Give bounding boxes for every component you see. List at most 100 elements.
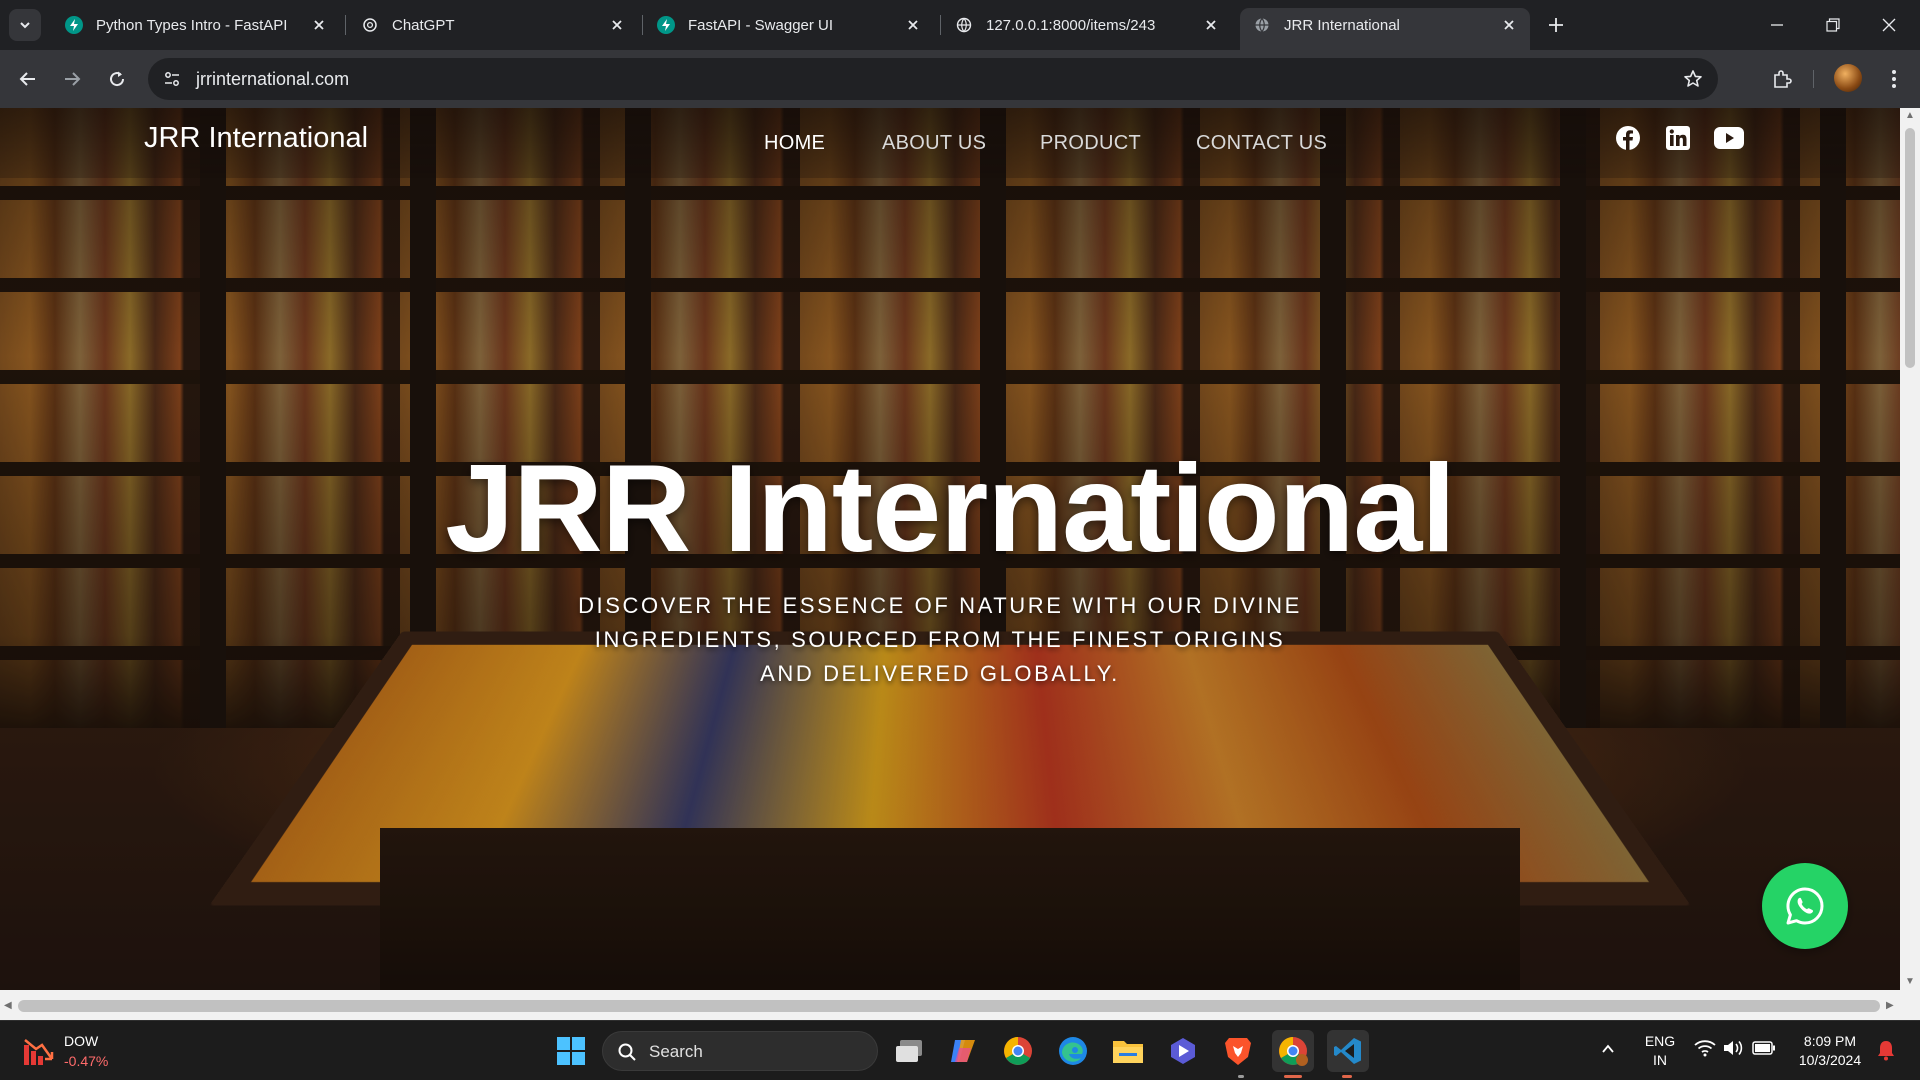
- scroll-left-arrow-icon[interactable]: ◀: [4, 1000, 12, 1011]
- tab-python-types[interactable]: Python Types Intro - FastAPI: [52, 8, 340, 42]
- clock-date: 10/3/2024: [1798, 1052, 1862, 1068]
- copilot-app[interactable]: [942, 1030, 984, 1072]
- search-label: Search: [649, 1042, 703, 1061]
- scroll-up-arrow-icon[interactable]: ▲: [1905, 110, 1915, 121]
- minimize-icon: [1771, 24, 1783, 26]
- page-viewport: JRR International HOME ABOUT US PRODUCT …: [0, 108, 1900, 990]
- close-icon: [1882, 18, 1896, 32]
- close-icon[interactable]: [308, 14, 330, 36]
- whatsapp-button[interactable]: [1762, 863, 1848, 949]
- chrome-profile-app[interactable]: [1272, 1030, 1314, 1072]
- fastapi-icon: [64, 15, 84, 35]
- file-explorer-app[interactable]: [1107, 1030, 1149, 1072]
- address-bar[interactable]: jrrinternational.com: [148, 58, 1718, 100]
- vertical-scroll-thumb[interactable]: [1905, 128, 1915, 368]
- tab-title: ChatGPT: [392, 16, 455, 34]
- hero-section: JRR International HOME ABOUT US PRODUCT …: [0, 108, 1900, 990]
- plus-icon: [1549, 18, 1563, 32]
- minimize-button[interactable]: [1754, 8, 1800, 42]
- language-region: IN: [1653, 1052, 1667, 1068]
- vscode-app[interactable]: [1327, 1030, 1369, 1072]
- clock-time: 8:09 PM: [1803, 1033, 1857, 1049]
- hero-title: JRR International: [445, 440, 1456, 578]
- volume-icon[interactable]: [1722, 1039, 1744, 1062]
- language-indicator[interactable]: ENG IN: [1642, 1033, 1678, 1068]
- horizontal-scroll-thumb[interactable]: [18, 1000, 1880, 1012]
- show-hidden-icons-button[interactable]: [1600, 1041, 1616, 1062]
- tab-title: Python Types Intro - FastAPI: [96, 16, 288, 34]
- site-brand[interactable]: JRR International: [144, 122, 368, 155]
- whatsapp-icon: [1786, 887, 1824, 925]
- active-indicator: [1284, 1075, 1302, 1078]
- facebook-icon[interactable]: [1614, 124, 1642, 152]
- wifi-icon[interactable]: [1694, 1039, 1716, 1062]
- chrome-icon: [1004, 1037, 1032, 1065]
- folder-icon: [1113, 1041, 1143, 1063]
- close-window-button[interactable]: [1866, 8, 1912, 42]
- globe-icon: [954, 15, 974, 35]
- arrow-right-icon: [65, 72, 81, 86]
- hero-subtitle: DISCOVER THE ESSENCE OF NATURE WITH OUR …: [560, 589, 1320, 691]
- task-view-icon: [896, 1040, 922, 1062]
- scroll-right-arrow-icon[interactable]: ▶: [1886, 1000, 1894, 1011]
- browser-toolbar: jrrinternational.com: [0, 50, 1920, 108]
- bookmark-star-icon[interactable]: [1682, 68, 1704, 90]
- brave-app[interactable]: [1217, 1030, 1259, 1072]
- vscode-icon: [1334, 1038, 1361, 1064]
- taskbar-search-box[interactable]: Search: [602, 1031, 878, 1071]
- windows-taskbar: DOW -0.47% Search ENG IN 8:09 PM 10/3/20…: [0, 1020, 1920, 1080]
- nav-home[interactable]: HOME: [764, 132, 825, 155]
- tab-title: FastAPI - Swagger UI: [688, 16, 834, 34]
- stock-widget-icon[interactable]: [22, 1035, 56, 1069]
- vertical-scrollbar[interactable]: ▲ ▼: [1900, 108, 1920, 990]
- reload-button[interactable]: [101, 63, 133, 95]
- chrome-app[interactable]: [997, 1030, 1039, 1072]
- stock-name[interactable]: DOW: [64, 1033, 98, 1049]
- restore-button[interactable]: [1810, 8, 1856, 42]
- close-icon[interactable]: [1200, 14, 1222, 36]
- close-icon[interactable]: [1498, 14, 1520, 36]
- task-view-button[interactable]: [888, 1030, 930, 1072]
- toolbar-divider: [1813, 70, 1814, 88]
- forward-button[interactable]: [56, 63, 88, 95]
- battery-icon[interactable]: [1752, 1041, 1776, 1060]
- start-button[interactable]: [550, 1030, 592, 1072]
- edge-app[interactable]: [1052, 1030, 1094, 1072]
- youtube-icon[interactable]: [1714, 124, 1744, 152]
- tab-divider: [345, 15, 346, 35]
- tab-localhost-items[interactable]: 127.0.0.1:8000/items/243: [942, 8, 1232, 42]
- close-icon[interactable]: [606, 14, 628, 36]
- tab-chatgpt[interactable]: ChatGPT: [348, 8, 638, 42]
- site-settings-icon[interactable]: [162, 69, 182, 89]
- extensions-button[interactable]: [1766, 63, 1798, 95]
- nav-contact-us[interactable]: CONTACT US: [1196, 132, 1327, 155]
- clock[interactable]: 8:09 PM 10/3/2024: [1790, 1033, 1870, 1068]
- tab-divider: [940, 15, 941, 35]
- url-text[interactable]: jrrinternational.com: [196, 69, 349, 90]
- new-tab-button[interactable]: [1543, 12, 1569, 38]
- horizontal-scrollbar[interactable]: ◀ ▶: [0, 990, 1900, 1020]
- tab-jrr-international[interactable]: JRR International: [1240, 8, 1530, 50]
- stock-change[interactable]: -0.47%: [64, 1053, 108, 1069]
- tab-title: 127.0.0.1:8000/items/243: [986, 16, 1156, 34]
- purple-app[interactable]: [1162, 1030, 1204, 1072]
- tab-swagger[interactable]: FastAPI - Swagger UI: [644, 8, 934, 42]
- nav-about-us[interactable]: ABOUT US: [882, 132, 986, 155]
- hero-subtitle-line: AND DELIVERED GLOBALLY.: [760, 661, 1120, 686]
- scrollbar-corner: [1900, 990, 1920, 1020]
- hero-subtitle-line: INGREDIENTS, SOURCED FROM THE FINEST ORI…: [594, 627, 1286, 652]
- copilot-icon: [951, 1040, 975, 1062]
- tab-search-button[interactable]: [9, 9, 41, 41]
- nav-product[interactable]: PRODUCT: [1040, 132, 1141, 155]
- linkedin-icon[interactable]: [1664, 124, 1692, 152]
- fastapi-icon: [656, 15, 676, 35]
- scroll-down-arrow-icon[interactable]: ▼: [1905, 976, 1915, 987]
- profile-avatar[interactable]: [1834, 64, 1862, 92]
- chevron-down-icon: [20, 22, 30, 29]
- close-icon[interactable]: [902, 14, 924, 36]
- notification-bell-icon[interactable]: [1876, 1039, 1896, 1066]
- chevron-up-icon: [1602, 1044, 1614, 1053]
- browser-tab-strip: Python Types Intro - FastAPI ChatGPT Fas…: [0, 0, 1920, 50]
- back-button[interactable]: [12, 63, 44, 95]
- browser-menu-button[interactable]: [1878, 63, 1910, 95]
